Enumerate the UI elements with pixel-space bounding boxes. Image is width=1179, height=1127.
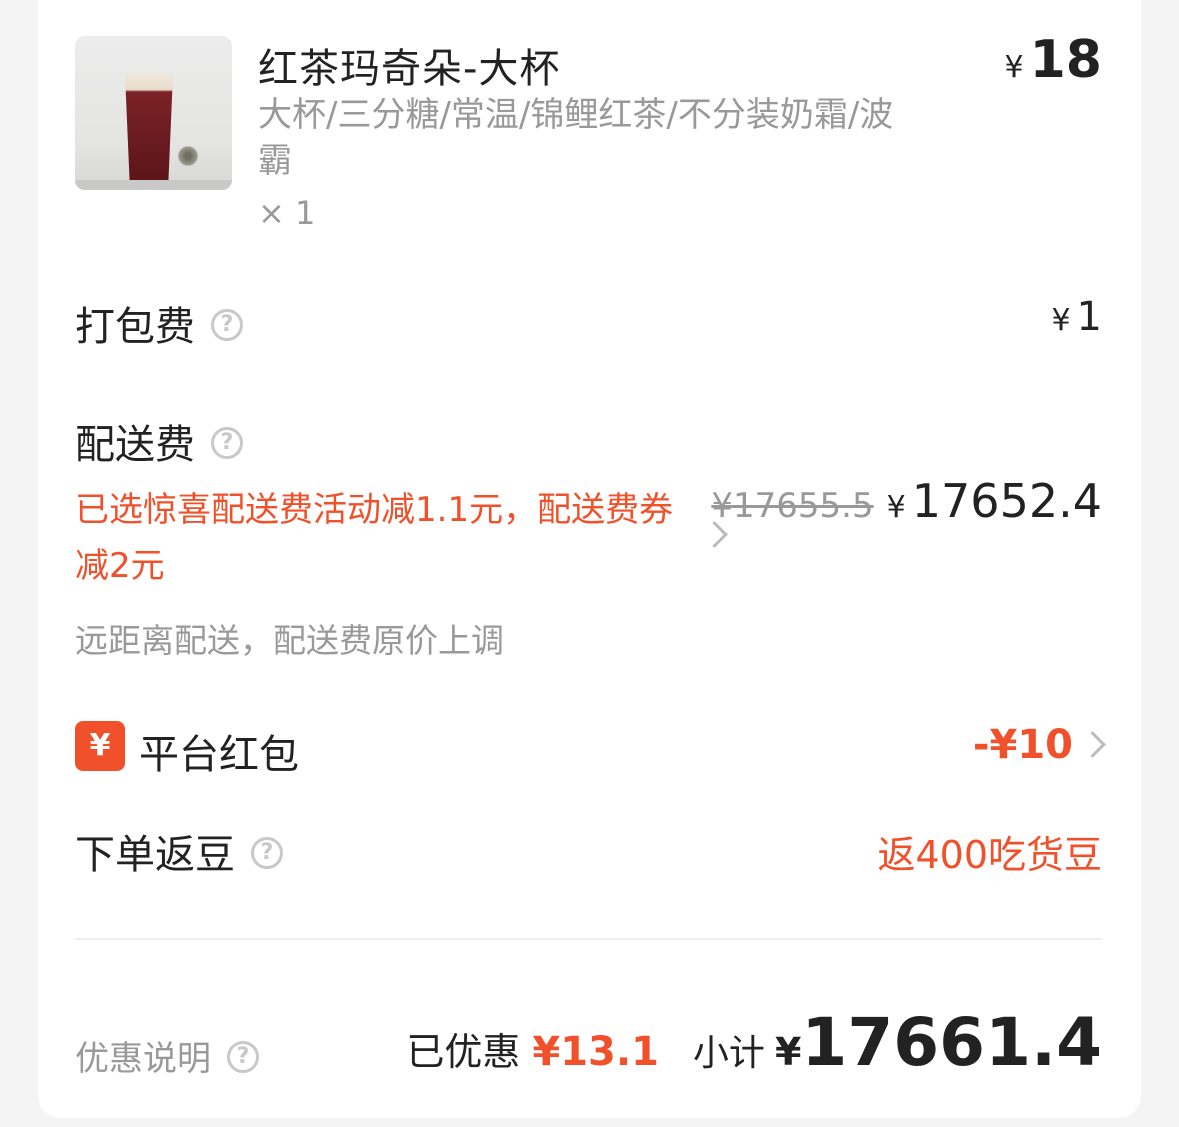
red-packet-amount: -¥10 — [972, 722, 1073, 768]
delivery-note: 远距离配送，配送费原价上调 — [75, 621, 504, 660]
subtotal-label: 小计 — [692, 1033, 765, 1074]
product-image[interactable] — [75, 36, 232, 190]
delivery-fee-text: 配送费 — [75, 422, 195, 468]
product-price-value: 18 — [1029, 30, 1102, 90]
image-base — [75, 180, 232, 190]
red-packet-label: 平台红包 — [139, 732, 299, 778]
beans-label: 下单返豆? — [75, 822, 283, 880]
delivery-fee-price: ¥17655.5 ¥17652.4 — [711, 474, 1102, 528]
help-icon[interactable]: ? — [211, 427, 243, 459]
red-packet-icon: ¥ — [75, 721, 125, 771]
product-price: ¥18 — [1005, 30, 1102, 90]
beans-text: 下单返豆 — [75, 832, 235, 878]
help-icon[interactable]: ? — [227, 1040, 259, 1073]
tea-leaves-graphic — [177, 146, 199, 166]
red-packet-value[interactable]: -¥10 — [972, 722, 1106, 768]
product-quantity: × 1 — [258, 194, 316, 232]
packing-fee-amount: 1 — [1076, 294, 1102, 340]
currency-symbol: ¥ — [1004, 50, 1024, 85]
packing-fee-text: 打包费 — [75, 304, 195, 350]
discount-explain-text: 优惠说明 — [75, 1039, 211, 1079]
chevron-right-icon — [1079, 731, 1106, 758]
saved-label: 已优惠 — [406, 1030, 521, 1074]
divider — [75, 938, 1102, 940]
product-spec: 大杯/三分糖/常温/锦鲤红茶/不分装奶霜/波霸 — [258, 95, 894, 181]
order-card: 红茶玛奇朵-大杯 大杯/三分糖/常温/锦鲤红茶/不分装奶霜/波霸 × 1 ¥18… — [38, 0, 1141, 1118]
packing-fee-label: 打包费? — [75, 294, 243, 352]
product-name: 红茶玛奇朵-大杯 — [258, 46, 561, 92]
delivery-original-price: ¥17655.5 — [711, 486, 874, 526]
subtotal-value: 17661.4 — [801, 1004, 1102, 1081]
subtotal-row: 已优惠 ¥13.1 小计 ¥ 17661.4 — [406, 1004, 1102, 1081]
help-icon[interactable]: ? — [251, 837, 283, 869]
beans-value: 返400吃货豆 — [877, 833, 1102, 877]
delivery-fee-amount: 17652.4 — [911, 474, 1102, 528]
delivery-chevron-icon[interactable] — [701, 521, 728, 548]
delivery-promo-text[interactable]: 已选惊喜配送费活动减1.1元，配送费券减2元 — [75, 482, 675, 594]
currency-symbol: ¥ — [886, 490, 906, 525]
packing-fee-value: ¥1 — [1051, 294, 1102, 340]
discount-explain[interactable]: 优惠说明? — [75, 1031, 259, 1080]
tea-cup-graphic — [125, 74, 173, 186]
saved-value: ¥13.1 — [532, 1029, 659, 1075]
currency-symbol: ¥ — [1051, 303, 1071, 338]
currency-symbol: ¥ — [774, 1030, 802, 1074]
help-icon[interactable]: ? — [211, 309, 243, 341]
delivery-fee-label: 配送费? — [75, 412, 243, 470]
